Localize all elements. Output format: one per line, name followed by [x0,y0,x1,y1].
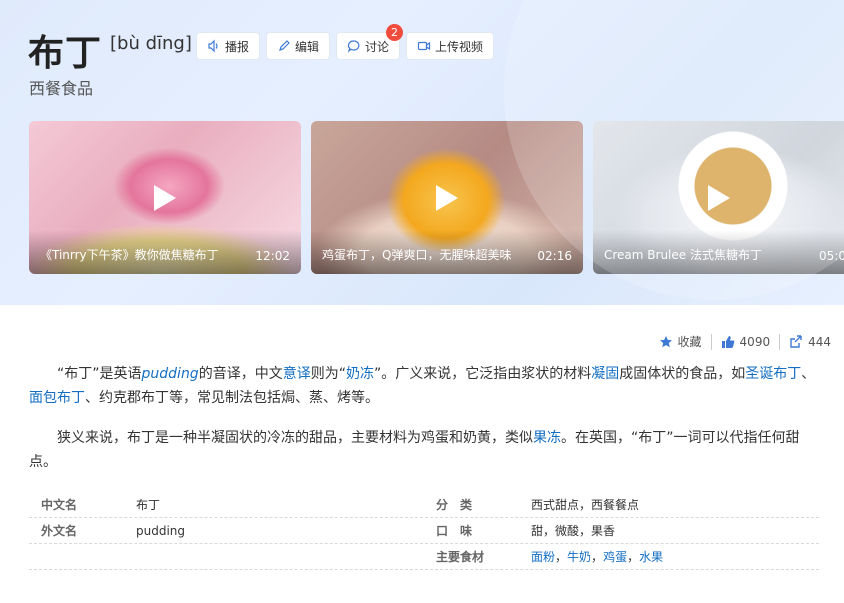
infobox-key: 中文名 [41,498,78,512]
video-caption: Cream Brulee 法式焦糖布丁 [604,248,762,262]
infobox-row: 主要食材 面粉，牛奶，鸡蛋，水果 [29,544,819,570]
upload-video-button[interactable]: 上传视频 [406,32,495,60]
link-bread-pudding[interactable]: 面包布丁 [29,390,85,406]
separator: ， [555,550,568,564]
infobox-value: 甜，微酸，果香 [531,524,616,538]
share-icon [790,334,802,348]
link-yiyi[interactable]: 意译 [283,366,311,382]
video-camera-icon [417,41,431,51]
star-icon [659,335,672,347]
video-carousel: 《Tinrry下午茶》教你做焦糖布丁 12:02 鸡蛋布丁，Q弹爽口，无腥味超美… [29,121,844,274]
page-subtitle: 西餐食品 [29,79,94,98]
video-duration: 12:02 [255,249,290,263]
play-icon[interactable] [436,184,458,211]
like-count: 4090 [739,334,771,349]
discuss-button[interactable]: 2 讨论 [336,24,404,60]
link-flour[interactable]: 面粉 [531,550,555,564]
text: 、 [801,366,816,382]
text: “布丁”是英语 [57,366,142,382]
video-caption: 《Tinrry下午茶》教你做焦糖布丁 [40,248,219,262]
share-count: 444 [808,334,831,349]
infobox-row: 中文名 布丁 分 类 西式甜点，西餐餐点 [29,492,819,518]
infobox: 中文名 布丁 分 类 西式甜点，西餐餐点 外文名 pudding 口 味 甜，微… [29,492,819,570]
chat-bubble-icon [347,40,360,53]
link-egg[interactable]: 鸡蛋 [603,550,627,564]
hero-banner: 布丁 [bù dīng] 播报 编辑 2 讨论 上传视频 西餐食品 《Tinrr… [0,0,844,305]
infobox-key: 外文名 [41,524,78,538]
text: 的音译，中文 [198,366,283,382]
discuss-label: 讨论 [365,39,390,54]
video-caption: 鸡蛋布丁，Q弹爽口，无腥味超美味 [322,248,512,262]
separator: ， [627,550,640,564]
thumbs-up-icon [721,335,734,348]
edit-button[interactable]: 编辑 [266,32,331,60]
text: 则为“ [310,366,346,382]
video-card[interactable]: Cream Brulee 法式焦糖布丁 05:0 [593,121,844,274]
link-naidong[interactable]: 奶冻 [346,366,374,382]
link-ninggu[interactable]: 凝固 [591,366,619,382]
infobox-value: 布丁 [136,498,161,512]
share-button[interactable]: 444 [780,335,840,349]
text: 狭义来说，布丁是一种半凝固状的冷冻的甜品，主要材料为鸡蛋和奶黄，类似 [57,430,533,446]
video-duration: 05:0 [819,249,844,263]
infobox-value: 面粉，牛奶，鸡蛋，水果 [531,548,819,565]
text: 成固体状的食品，如 [619,366,746,382]
speaker-icon [208,39,218,53]
link-christmas-pudding[interactable]: 圣诞布丁 [745,366,801,382]
infobox-key: 分 类 [436,498,473,512]
link-pudding[interactable]: pudding [142,366,199,382]
header-buttons: 播报 编辑 2 讨论 上传视频 [196,24,495,60]
discuss-badge: 2 [386,24,404,41]
video-card[interactable]: 鸡蛋布丁，Q弹爽口，无腥味超美味 02:16 [311,121,583,274]
play-icon[interactable] [707,184,730,211]
upload-video-label: 上传视频 [435,39,484,54]
text: ”。广义来说，它泛指由浆状的材料 [373,366,592,382]
link-fruit[interactable]: 水果 [639,550,663,564]
page-title: 布丁 [28,33,103,74]
infobox-value: pudding [136,523,186,538]
link-milk[interactable]: 牛奶 [567,550,591,564]
link-jelly[interactable]: 果冻 [533,430,561,446]
action-bar: 收藏 4090 444 [650,333,840,350]
infobox-key: 主要食材 [436,550,485,564]
definition-paragraph: 狭义来说，布丁是一种半凝固状的冷冻的甜品，主要材料为鸡蛋和奶黄，类似果冻。在英国… [29,426,819,474]
edit-label: 编辑 [295,39,320,54]
like-button[interactable]: 4090 [712,335,780,349]
video-duration: 02:16 [537,249,572,263]
separator: ， [591,550,604,564]
broadcast-button[interactable]: 播报 [196,32,261,60]
play-icon[interactable] [154,184,176,211]
pencil-icon [279,40,290,51]
video-card[interactable]: 《Tinrry下午茶》教你做焦糖布丁 12:02 [29,121,301,274]
infobox-key: 口 味 [436,524,473,538]
summary-paragraph: “布丁”是英语pudding的音译，中文意译则为“奶冻”。广义来说，它泛指由浆状… [29,362,819,410]
infobox-value: 西式甜点，西餐餐点 [531,498,640,512]
favorite-label: 收藏 [677,335,702,349]
infobox-row: 外文名 pudding 口 味 甜，微酸，果香 [29,518,819,544]
caption-shade [593,230,844,274]
favorite-button[interactable]: 收藏 [650,333,711,350]
text: 、约克郡布丁等，常见制法包括焗、蒸、烤等。 [85,390,379,406]
broadcast-label: 播报 [225,39,250,54]
pinyin: [bù dīng] [110,33,192,54]
